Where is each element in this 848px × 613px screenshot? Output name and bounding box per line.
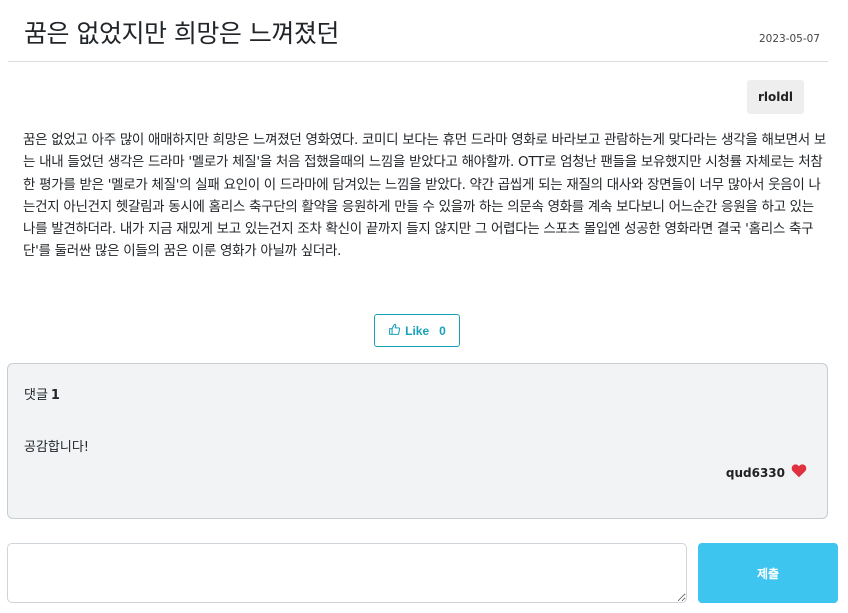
like-button[interactable]: Like 0 [374, 314, 460, 347]
submit-button[interactable]: 제출 [698, 543, 838, 603]
post-title: 꿈은 없었지만 희망은 느껴졌던 [24, 19, 339, 48]
like-count: 0 [439, 323, 446, 338]
author-badge[interactable]: rloldl [747, 80, 804, 114]
comment-count: 1 [50, 388, 60, 403]
comment-input[interactable] [7, 543, 687, 603]
thumbs-up-icon [388, 323, 401, 339]
post-date: 2023-05-07 [758, 33, 820, 45]
heart-icon[interactable] [791, 463, 807, 482]
comment-heading: 댓글 1 [24, 384, 60, 403]
comment-section: 댓글 1 공감합니다! qud6330 [7, 363, 828, 519]
review-page: 꿈은 없었지만 희망은 느껴졌던 2023-05-07 rloldl 꿈은 없었… [0, 0, 848, 613]
comment-author[interactable]: qud6330 [726, 466, 785, 480]
comment-text: 공감합니다! [24, 440, 90, 455]
like-label: Like [405, 323, 430, 338]
post-body: 꿈은 없었고 아주 많이 애매하지만 희망은 느껴졌던 영화였다. 코미디 보다… [23, 132, 827, 260]
comment-heading-label: 댓글 [24, 388, 48, 403]
post-header: 꿈은 없었지만 희망은 느껴졌던 2023-05-07 [8, 0, 828, 62]
comment-meta: qud6330 [726, 463, 807, 482]
